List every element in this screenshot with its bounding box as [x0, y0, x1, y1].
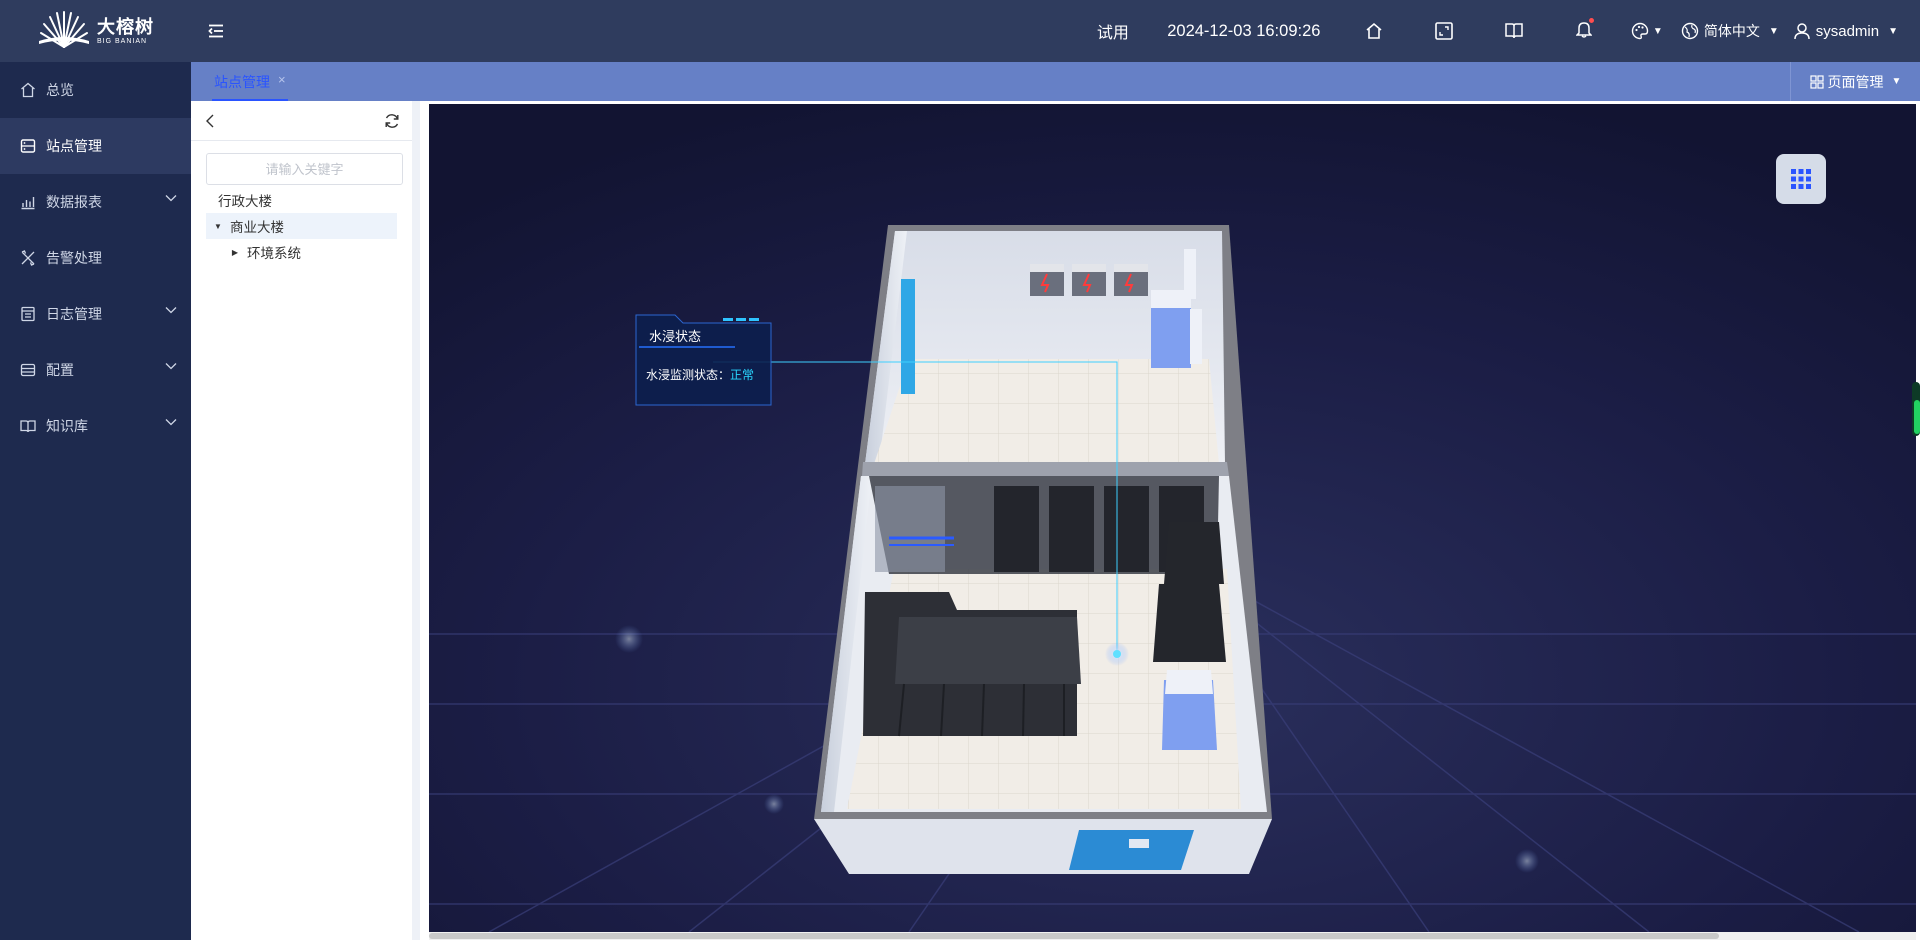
language-dropdown[interactable]: 简体中文 ▼ [1681, 0, 1779, 62]
tree-node-label: 环境系统 [247, 246, 301, 261]
home-icon [21, 82, 35, 98]
tab-bar: 站点管理 × 页面管理 ▼ [191, 62, 1920, 101]
page-manage-dropdown[interactable]: 页面管理 ▼ [1790, 62, 1920, 101]
fullscreen-button[interactable] [1409, 0, 1479, 62]
tree-node-commercial-building[interactable]: ▼ 商业大楼 [206, 213, 397, 239]
close-icon[interactable]: × [278, 72, 286, 87]
refresh-icon[interactable] [384, 113, 400, 129]
user-dropdown[interactable]: sysadmin ▼ [1793, 0, 1898, 62]
side-indicator-handle[interactable] [1910, 380, 1920, 438]
chevron-down-icon: ▼ [1888, 25, 1898, 37]
data-center-3d-scene [429, 104, 1916, 932]
sidebar-item-site-management[interactable]: 站点管理 [0, 118, 191, 174]
tab-site-management[interactable]: 站点管理 × [212, 72, 288, 101]
notification-button[interactable] [1549, 0, 1619, 62]
log-icon [21, 306, 35, 322]
banyan-logo-icon [39, 11, 89, 48]
config-icon [20, 363, 36, 377]
sidebar-item-label: 知识库 [46, 418, 88, 434]
header-actions: 试用 2024-12-03 16:09:26 ▼ 简体中文 ▼ sysadmin… [1087, 0, 1920, 62]
sensor-status-label: 水浸监测状态： [646, 368, 731, 382]
fullscreen-icon [1435, 22, 1453, 40]
grid-menu-icon [1791, 169, 1811, 189]
sensor-status-value: 正常 [730, 368, 755, 382]
sidebar-item-knowledge-base[interactable]: 知识库 [0, 398, 191, 454]
chevron-down-icon: ▼ [1768, 25, 1779, 37]
tree-search-input[interactable] [206, 153, 403, 185]
caret-right-icon[interactable]: ▶ [229, 248, 241, 257]
chevron-down-icon: ▼ [1652, 25, 1663, 37]
book-icon [1505, 23, 1523, 39]
tools-icon [21, 250, 35, 266]
sidebar-item-log-management[interactable]: 日志管理 [0, 286, 191, 342]
server-icon [20, 139, 36, 153]
sidebar-item-label: 配置 [46, 362, 74, 378]
sidebar-item-label: 告警处理 [46, 250, 102, 266]
sidebar-item-label: 总览 [46, 82, 74, 98]
sidebar: 总览 站点管理 数据报表 告警处理 日志管理 配置 知识库 [0, 62, 191, 940]
app-root: 大榕树 BIG BANIAN 试用 2024-12-03 16:09:26 ▼ … [0, 0, 1920, 940]
sensor-card-title: 水浸状态 [649, 329, 702, 344]
water-leak-status-card[interactable]: 水浸状态 水浸监测状态：正常 [635, 314, 773, 406]
trial-badge: 试用 [1096, 25, 1129, 42]
sidebar-item-data-reports[interactable]: 数据报表 [0, 174, 191, 230]
header-datetime: 2024-12-03 16:09:26 [1167, 21, 1321, 40]
tree-node-label: 行政大楼 [218, 194, 272, 209]
brand-logo[interactable]: 大榕树 BIG BANIAN [0, 0, 191, 62]
tree-node-admin-building[interactable]: 行政大楼 [206, 187, 397, 213]
chevron-down-icon [165, 307, 177, 314]
tree-node-environment-system[interactable]: ▶ 环境系统 [206, 239, 397, 265]
globe-icon [1681, 22, 1699, 40]
chevron-down-icon [165, 363, 177, 370]
username-label: sysadmin [1815, 22, 1880, 40]
caret-down-icon[interactable]: ▼ [212, 222, 224, 231]
brand-name-cn: 大榕树 [97, 16, 154, 37]
page-manage-label: 页面管理 [1827, 73, 1884, 90]
sidebar-item-label: 站点管理 [46, 138, 102, 154]
bell-wrapper [1575, 16, 1595, 43]
scene-3d-viewport[interactable]: 水浸状态 水浸监测状态：正常 [429, 104, 1916, 932]
sidebar-item-overview[interactable]: 总览 [0, 62, 191, 118]
home-icon [1366, 22, 1382, 39]
language-label: 简体中文 [1703, 23, 1760, 39]
user-icon [1793, 23, 1810, 40]
book-icon [20, 420, 36, 433]
notification-dot [1587, 16, 1595, 24]
collapse-left-icon[interactable] [205, 113, 215, 129]
tree-list: 行政大楼 ▼ 商业大楼 ▶ 环境系统 [191, 187, 412, 265]
theme-dropdown[interactable]: ▼ [1619, 0, 1675, 62]
chevron-down-icon: ▼ [1891, 76, 1902, 87]
menu-fold-icon [208, 24, 223, 38]
palette-icon [1631, 22, 1649, 40]
menu-fold-button[interactable] [191, 0, 241, 62]
chevron-down-icon [165, 195, 177, 202]
docs-button[interactable] [1479, 0, 1549, 62]
grid-layout-icon [1809, 74, 1824, 89]
tree-node-label: 商业大楼 [230, 220, 284, 235]
scene-menu-button[interactable] [1776, 154, 1826, 204]
brand-name-en: BIG BANIAN [97, 37, 148, 45]
site-tree-panel: 行政大楼 ▼ 商业大楼 ▶ 环境系统 [191, 101, 420, 940]
home-button[interactable] [1339, 0, 1409, 62]
tree-header [191, 101, 412, 141]
sidebar-item-config[interactable]: 配置 [0, 342, 191, 398]
horizontal-scrollbar[interactable] [429, 932, 1916, 940]
sidebar-item-label: 数据报表 [46, 194, 102, 210]
bar-chart-icon [21, 197, 35, 210]
chevron-down-icon [165, 419, 177, 426]
sidebar-item-alarm-handling[interactable]: 告警处理 [0, 230, 191, 286]
sidebar-item-label: 日志管理 [46, 306, 102, 322]
tab-label: 站点管理 [214, 74, 270, 90]
sensor-status-row: 水浸监测状态：正常 [646, 366, 754, 383]
scrollbar-thumb[interactable] [429, 933, 1719, 939]
top-bar: 大榕树 BIG BANIAN 试用 2024-12-03 16:09:26 ▼ … [0, 0, 1920, 62]
